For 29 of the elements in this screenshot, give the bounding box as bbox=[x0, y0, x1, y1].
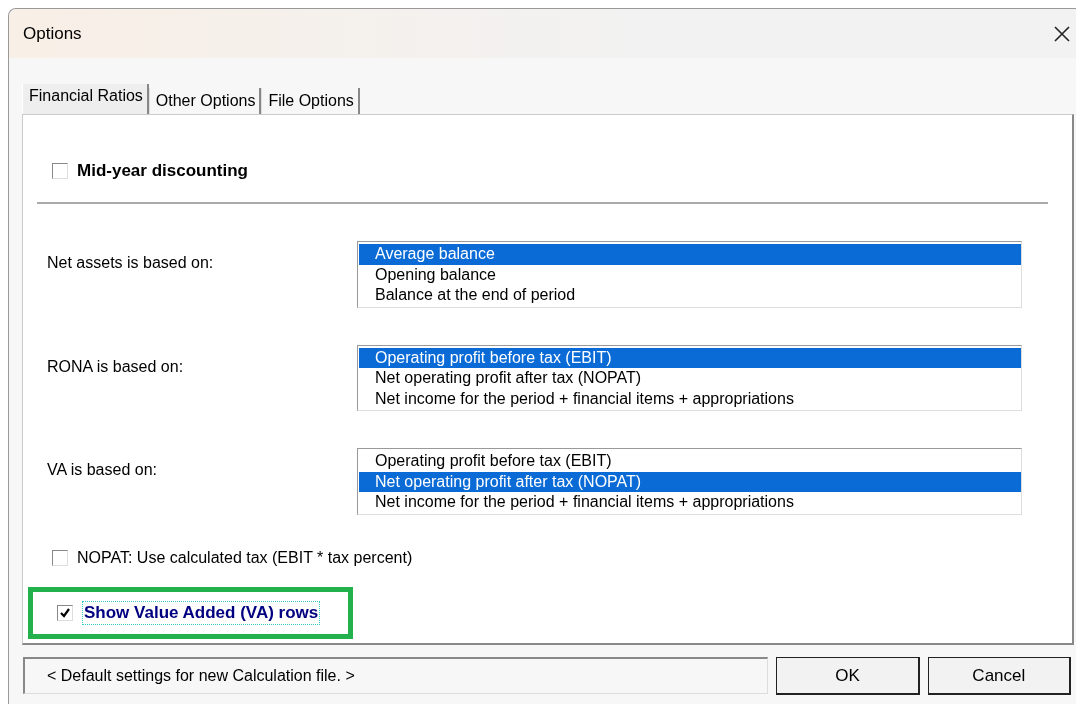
tab[interactable]: Financial Ratios bbox=[22, 84, 149, 114]
list-box[interactable]: Operating profit before tax (EBIT) Net operating profit after tax (NOPAT) Net income for the period + financial items + appropriations bbox=[357, 344, 1022, 411]
checkbox[interactable] bbox=[52, 549, 68, 566]
list-option[interactable]: Average balance bbox=[359, 244, 1021, 265]
checkbox[interactable] bbox=[52, 163, 68, 179]
checkbox[interactable] bbox=[57, 604, 73, 621]
list-box[interactable]: Average balance Opening balance Balance at the end of period bbox=[357, 241, 1022, 308]
checkbox-label: Show Value Added (VA) rows bbox=[82, 600, 321, 625]
window-title: Options bbox=[23, 23, 82, 44]
field-label: RONA is based on: bbox=[46, 356, 185, 376]
tab[interactable]: File Options bbox=[261, 88, 360, 114]
list-box[interactable]: Operating profit before tax (EBIT) Net operating profit after tax (NOPAT) Net income for the period + financial items + appropriations bbox=[357, 448, 1022, 515]
checkbox-label: Mid-year discounting bbox=[77, 161, 248, 181]
list-option[interactable]: Balance at the end of period bbox=[359, 285, 1021, 306]
checkbox-label: NOPAT: Use calculated tax (EBIT * tax percent) bbox=[77, 548, 413, 567]
cancel-button[interactable]: Cancel bbox=[927, 657, 1071, 695]
list-option[interactable]: Opening balance bbox=[359, 264, 1021, 285]
list-option[interactable]: Operating profit before tax (EBIT) bbox=[359, 451, 1021, 472]
list-option[interactable]: Net operating profit after tax (NOPAT) bbox=[359, 368, 1021, 389]
ok-button[interactable]: OK bbox=[776, 657, 920, 695]
field-label: Net assets is based on: bbox=[46, 253, 215, 272]
list-option[interactable]: Net income for the period + financial items + appropriations bbox=[359, 388, 1021, 409]
close-icon[interactable] bbox=[1052, 23, 1072, 44]
tab[interactable]: Other Options bbox=[148, 88, 262, 114]
list-option[interactable]: Operating profit before tax (EBIT) bbox=[359, 347, 1021, 368]
list-option[interactable]: Net income for the period + financial items + appropriations bbox=[359, 492, 1021, 513]
status-field: < Default settings for new Calculation file. > bbox=[23, 657, 769, 694]
field-label: VA is based on: bbox=[46, 460, 158, 479]
list-option[interactable]: Net operating profit after tax (NOPAT) bbox=[359, 471, 1021, 492]
